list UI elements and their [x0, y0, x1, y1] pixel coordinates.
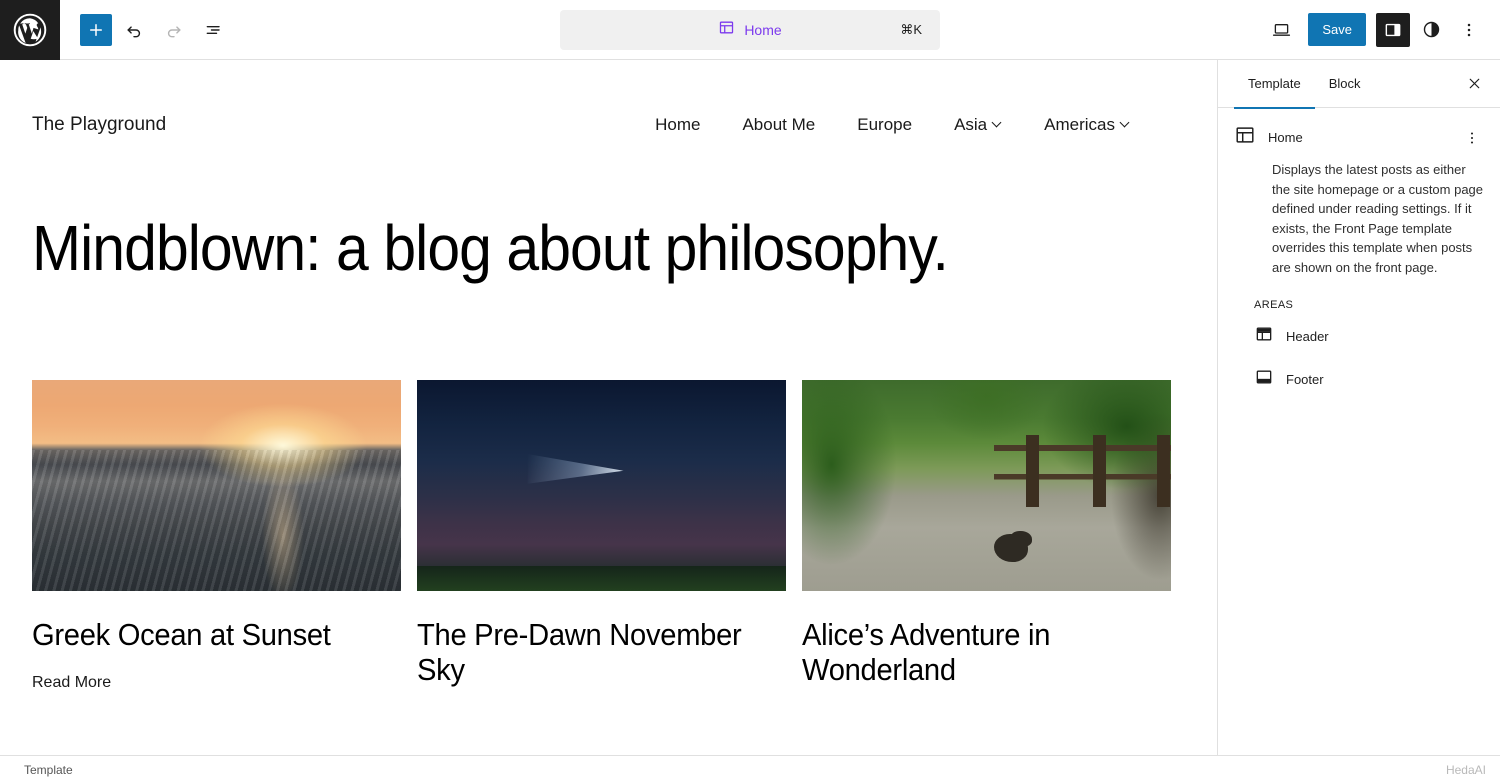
- hero-heading-block[interactable]: Mindblown: a blog about philosophy.: [0, 156, 1217, 280]
- close-icon[interactable]: [1456, 66, 1492, 102]
- site-title[interactable]: The Playground: [32, 114, 166, 136]
- page-title: Mindblown: a blog about philosophy.: [32, 212, 949, 284]
- top-bar-left-tools: [60, 12, 232, 48]
- nav-item-asia[interactable]: Asia: [954, 115, 1002, 135]
- template-name: Home: [1268, 130, 1303, 145]
- post-featured-image[interactable]: [32, 380, 401, 591]
- watermark-corner: HedaAI: [1445, 763, 1486, 777]
- area-item-header[interactable]: Header: [1254, 318, 1484, 354]
- area-item-footer[interactable]: Footer: [1254, 361, 1484, 397]
- settings-sidebar-icon[interactable]: [1376, 12, 1410, 47]
- header-area-icon: [1254, 324, 1274, 349]
- post-card[interactable]: The Pre-Dawn November Sky: [417, 380, 786, 692]
- more-options-icon[interactable]: [1452, 13, 1486, 47]
- areas-section-label: AREAS: [1254, 299, 1294, 311]
- wordpress-logo-icon[interactable]: [0, 0, 60, 60]
- template-icon: [718, 19, 735, 41]
- styles-contrast-icon[interactable]: [1414, 13, 1448, 47]
- redo-button[interactable]: [156, 12, 192, 48]
- desktop-view-icon[interactable]: [1264, 13, 1298, 47]
- command-bar-shortcut: ⌘K: [900, 22, 922, 37]
- nav-item-label: Europe: [857, 115, 913, 134]
- post-title[interactable]: Greek Ocean at Sunset: [32, 617, 379, 652]
- nav-item-label: About Me: [742, 115, 816, 134]
- nav-item-about-me[interactable]: About Me: [742, 115, 815, 135]
- nav-item-home[interactable]: Home: [655, 115, 700, 135]
- nav-item-label: Americas: [1044, 115, 1115, 134]
- post-title[interactable]: Alice’s Adventure in Wonderland: [802, 617, 1149, 687]
- fence-detail: [993, 434, 1171, 507]
- post-card[interactable]: Greek Ocean at Sunset Read More: [32, 380, 401, 692]
- post-grid: Greek Ocean at Sunset Read More The Pre-…: [0, 280, 1217, 692]
- tab-block[interactable]: Block: [1315, 60, 1375, 108]
- nav-item-americas[interactable]: Americas: [1044, 115, 1130, 135]
- template-description: Displays the latest posts as either the …: [1272, 162, 1484, 275]
- command-bar-label: Home: [744, 22, 782, 38]
- settings-sidebar: Template Block Home Displays the latest …: [1218, 60, 1500, 755]
- tab-template[interactable]: Template: [1234, 60, 1315, 109]
- area-label: Header: [1286, 328, 1329, 344]
- top-bar-right-tools: Save: [1264, 12, 1500, 47]
- editor-status-bar: Template HedaAI: [0, 755, 1500, 784]
- add-block-button[interactable]: [80, 13, 112, 46]
- sidebar-content: Home Displays the latest posts as either…: [1218, 108, 1500, 413]
- document-type-label[interactable]: Template: [0, 763, 73, 777]
- post-card[interactable]: Alice’s Adventure in Wonderland: [802, 380, 1171, 692]
- area-label: Footer: [1286, 371, 1324, 387]
- site-header-block[interactable]: The Playground Home About Me Europe Asia: [0, 60, 1217, 156]
- command-center-bar[interactable]: Home ⌘K: [560, 10, 940, 50]
- post-title[interactable]: The Pre-Dawn November Sky: [417, 617, 764, 687]
- nav-item-europe[interactable]: Europe: [857, 115, 912, 135]
- editor-body: The Playground Home About Me Europe Asia: [0, 60, 1500, 755]
- read-more-link[interactable]: Read More: [32, 674, 111, 692]
- wordpress-site-editor: Home ⌘K Save The Playground Home About M…: [0, 0, 1500, 784]
- site-navigation: Home About Me Europe Asia Americas: [655, 115, 1165, 135]
- post-featured-image[interactable]: [802, 380, 1171, 591]
- list-view-button[interactable]: [196, 12, 232, 48]
- editor-top-bar: Home ⌘K Save: [0, 0, 1500, 60]
- template-icon: [1234, 124, 1256, 151]
- undo-button[interactable]: [116, 12, 152, 48]
- chevron-down-icon: [1121, 119, 1130, 128]
- editor-canvas[interactable]: The Playground Home About Me Europe Asia: [0, 60, 1218, 755]
- post-featured-image[interactable]: [417, 380, 786, 591]
- footer-area-icon: [1254, 367, 1274, 392]
- nav-item-label: Home: [655, 115, 701, 134]
- save-button[interactable]: Save: [1308, 13, 1366, 46]
- sidebar-tabs: Template Block: [1218, 60, 1500, 109]
- template-summary-row[interactable]: Home: [1234, 124, 1484, 151]
- nav-item-label: Asia: [954, 115, 988, 134]
- more-actions-icon[interactable]: [1460, 126, 1484, 150]
- chevron-down-icon: [993, 119, 1002, 128]
